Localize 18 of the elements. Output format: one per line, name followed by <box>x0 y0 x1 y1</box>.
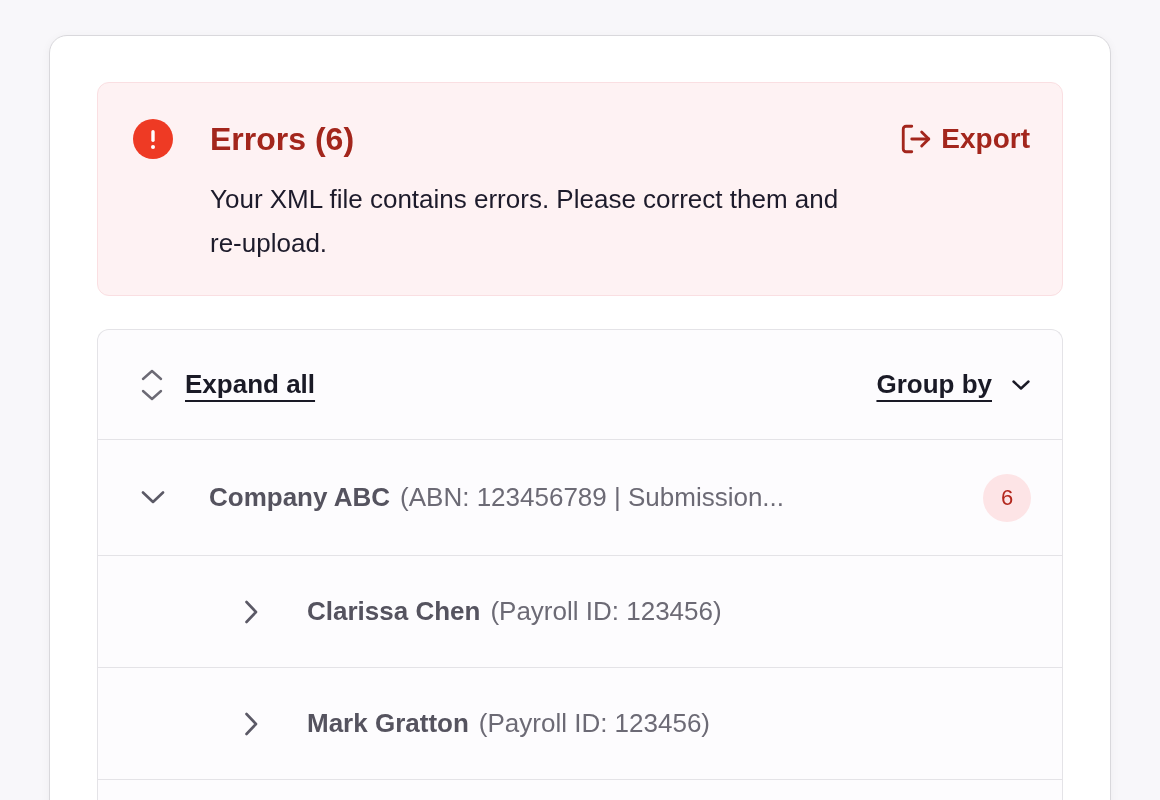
chevrons-up-down-icon <box>141 368 163 401</box>
chevron-right-icon[interactable] <box>244 711 258 736</box>
alert-message: Your XML file contains errors. Please correct them and re-upload. <box>210 183 840 260</box>
alert-title: Errors (6) <box>210 120 355 159</box>
chevron-down-icon <box>1012 379 1030 390</box>
chevron-down-icon[interactable] <box>141 491 165 504</box>
row-name: Clarissa Chen <box>307 595 481 628</box>
error-count-badge: 6 <box>983 473 1031 522</box>
export-button[interactable]: Export <box>899 118 1030 160</box>
expand-all-button[interactable]: Expand all <box>141 365 316 404</box>
group-by-button[interactable]: Group by <box>876 365 1030 404</box>
row-detail: (Payroll ID: 123456) <box>478 707 711 740</box>
row-name: Mark Gratton <box>307 707 469 740</box>
row-name: Company ABC <box>209 481 391 514</box>
chevron-right-icon[interactable] <box>244 599 258 624</box>
exclamation-icon <box>133 119 173 159</box>
row-detail: (ABN: 123456789 | Submission... <box>400 481 785 514</box>
row-detail: (Payroll ID: 123456) <box>490 595 722 628</box>
